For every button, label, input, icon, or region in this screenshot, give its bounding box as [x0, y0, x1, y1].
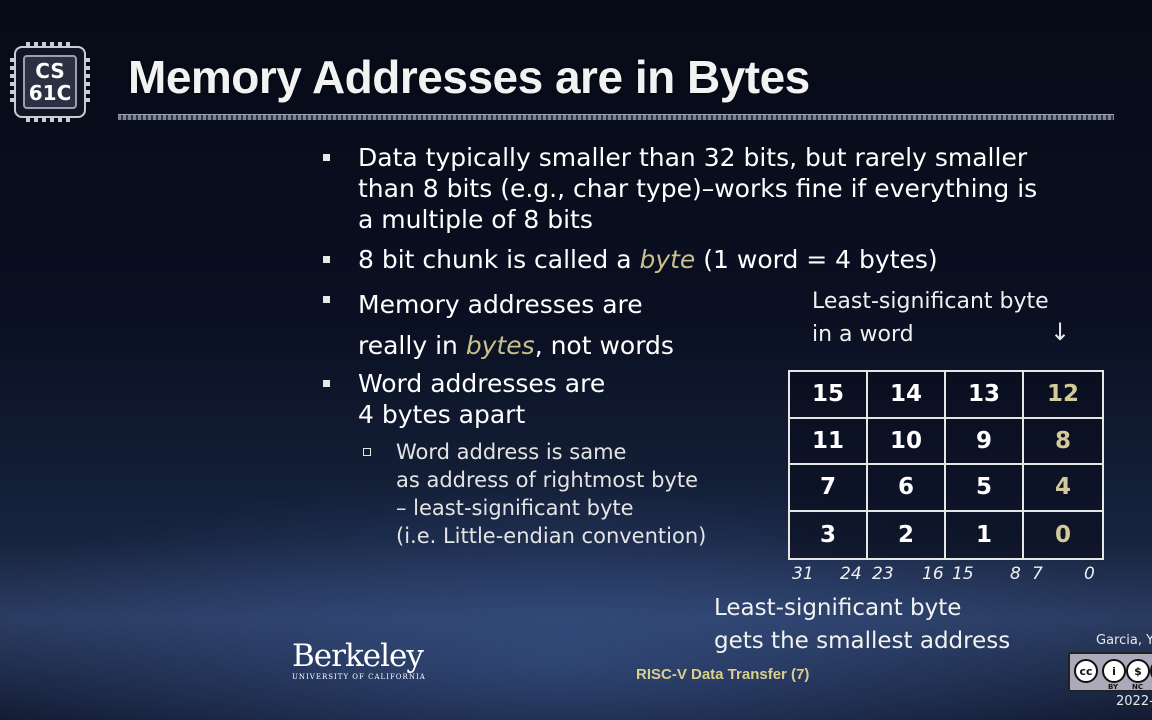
lsb-label-line2: in a word: [812, 322, 914, 347]
lsb-label: Least-significant byte in a word: [812, 285, 1049, 351]
bit-position-labels: 31 24 23 16 15 8 7 0: [788, 564, 1104, 588]
bullet-1-line3: a multiple of 8 bits: [358, 205, 593, 234]
bit-label: 7: [1032, 564, 1043, 584]
bullet-2-term: byte: [639, 245, 696, 274]
bullet-4-line1: Word addresses are: [358, 369, 606, 398]
byte-cell-lsb: 0: [1054, 521, 1071, 548]
lsb-note-line1: Least-significant byte: [714, 595, 962, 621]
byte-cell-lsb: 4: [1024, 465, 1102, 512]
byte-cell: 1: [946, 511, 1024, 558]
sub-bullet: Word address is same as address of right…: [362, 438, 707, 550]
cc-icon: cc: [1074, 659, 1098, 683]
lsb-note: Least-significant byte gets the smallest…: [714, 592, 1010, 658]
byte-cell: 5: [946, 465, 1024, 512]
sub-bullet-line4: (i.e. Little-endian convention): [396, 524, 707, 548]
bullet-4: Word addresses are 4 bytes apart: [322, 368, 606, 430]
bullet-3-line2: really in bytes, not words: [358, 325, 674, 366]
bullet-3: Memory addresses are really in bytes, no…: [323, 284, 674, 366]
down-arrow-icon: ↓: [1050, 318, 1071, 346]
byte-cell: 7: [790, 465, 868, 512]
noncommercial-icon: $: [1126, 659, 1150, 683]
bullet-2-text: 8 bit chunk is called a: [358, 245, 640, 274]
byte-cell: 10: [868, 418, 946, 465]
bullet-3-post: , not words: [534, 331, 674, 360]
bit-label: 15: [952, 564, 974, 584]
byte-cell: 6: [868, 465, 946, 512]
byte-cell-lsb: 12: [1024, 372, 1102, 419]
footer-slide-title: RISC-V Data Transfer (7): [636, 666, 810, 683]
author-label: Garcia, Yo: [1096, 633, 1152, 648]
byte-cell: 13: [946, 372, 1024, 419]
date-label: 2022-: [1116, 694, 1152, 709]
berkeley-subtitle: UNIVERSITY OF CALIFORNIA: [292, 673, 426, 681]
logo-line1: CS: [35, 59, 65, 83]
sub-bullet-line3: – least-significant byte: [396, 496, 634, 520]
bit-label: 24: [840, 564, 862, 584]
bullet-1: Data typically smaller than 32 bits, but…: [322, 142, 1038, 235]
bullet-4-line2: 4 bytes apart: [358, 400, 526, 429]
byte-cell: 2: [868, 511, 946, 558]
bit-label: 16: [922, 564, 944, 584]
attribution-icon: i: [1102, 659, 1126, 683]
byte-cell: 15: [790, 372, 868, 419]
cc-label: NC: [1132, 683, 1143, 691]
bullet-3-line1: Memory addresses are: [358, 290, 643, 319]
slide-title: Memory Addresses are in Bytes: [128, 51, 810, 103]
bullet-2-suffix: (1 word = 4 bytes): [695, 245, 938, 274]
berkeley-logo: Berkeley UNIVERSITY OF CALIFORNIA: [292, 640, 432, 681]
bullet-3-term: bytes: [465, 331, 535, 360]
bullet-1-line2: than 8 bits (e.g., char type)–works fine…: [358, 174, 1038, 203]
byte-cell: 14: [868, 372, 946, 419]
lsb-note-line2: gets the smallest address: [714, 628, 1011, 654]
sub-bullet-line1: Word address is same: [396, 440, 627, 464]
cc-label: BY: [1108, 683, 1119, 691]
bit-label: 8: [1010, 564, 1021, 584]
memory-byte-grid: 15 14 13 12 11 10 9 8 7 6 5 4 3 2 1 0: [788, 370, 1104, 560]
sub-bullet-line2: as address of rightmost byte: [396, 468, 698, 492]
byte-cell: 3: [790, 511, 868, 558]
title-divider: [118, 114, 1114, 120]
bit-label: 31: [792, 564, 814, 584]
cc-license-badge: cc i $ ↻ BY NC SA: [1068, 652, 1152, 692]
bit-label: 0: [1084, 564, 1095, 584]
byte-cell: 9: [946, 418, 1024, 465]
lsb-label-line1: Least-significant byte: [812, 289, 1049, 314]
bit-label: 23: [872, 564, 894, 584]
bullet-1-line1: Data typically smaller than 32 bits, but…: [358, 143, 1028, 172]
bullet-3-pre: really in: [358, 331, 466, 360]
byte-cell-lsb: 8: [1024, 419, 1102, 465]
berkeley-wordmark: Berkeley: [292, 638, 424, 674]
byte-cell: 11: [790, 418, 868, 465]
bullet-2: 8 bit chunk is called a byte (1 word = 4…: [323, 244, 938, 275]
logo-line2: 61C: [28, 81, 72, 105]
cs61c-logo: CS 61C: [10, 42, 90, 122]
